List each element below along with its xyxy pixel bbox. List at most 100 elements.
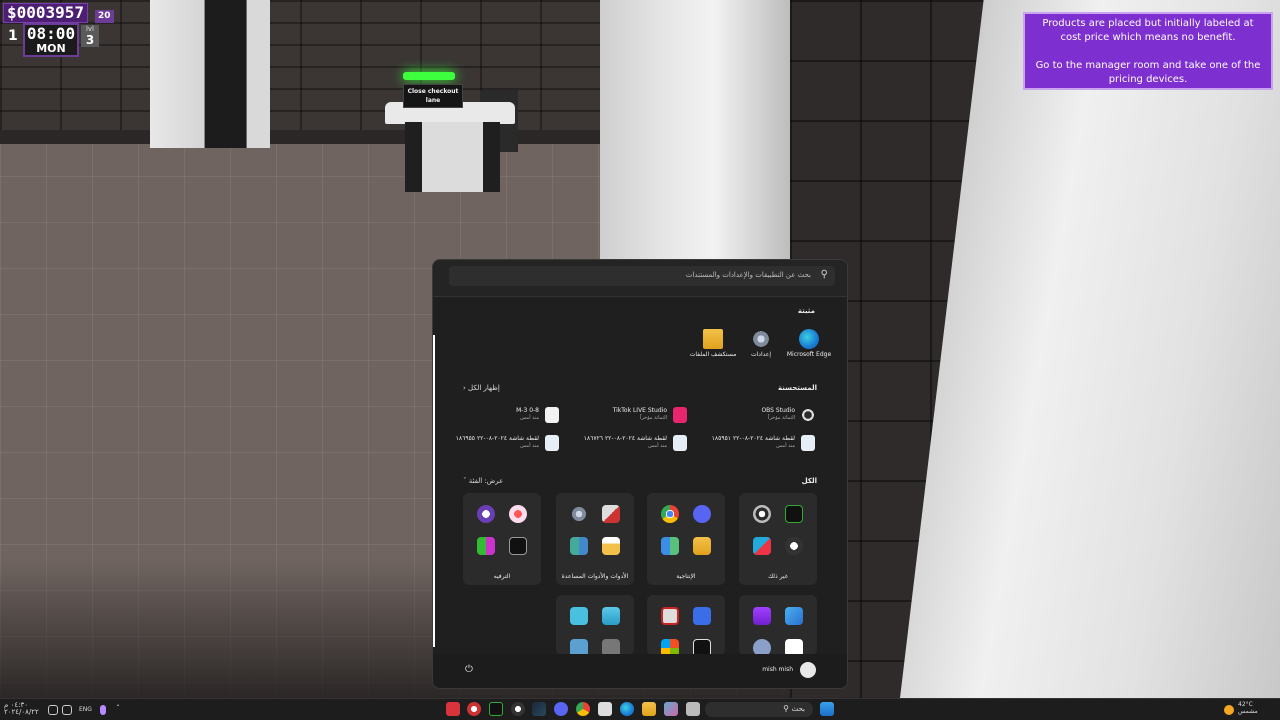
recommended-item[interactable]: M-3 0-8 منذ أمس	[447, 405, 559, 427]
clipchamp-icon	[753, 607, 771, 625]
counter-body	[405, 122, 500, 192]
view-label: عرض: الفئة	[468, 477, 504, 485]
recommended-item[interactable]: TikTok LIVE Studio الثماثة مؤخراً	[575, 405, 687, 427]
pinned-edge[interactable]: Microsoft Edge	[783, 329, 835, 358]
camera-app-icon	[509, 505, 527, 523]
control-panel-icon	[570, 537, 588, 555]
search-icon: ⚲	[820, 269, 828, 280]
snipping-tool-icon	[602, 505, 620, 523]
taskbar-clock[interactable]: ٠٤:٣٠ م ٢٠٢٤/٠٨/٢٢	[4, 702, 39, 716]
category-label: الأدوات والأدوات المساعدة	[561, 573, 629, 580]
microphone-icon[interactable]	[100, 705, 106, 715]
sun-icon	[1224, 705, 1234, 715]
category-folder[interactable]	[647, 595, 725, 657]
start-menu: ⚲ بحث عن التطبيقات والإعدادات والمستندات…	[432, 259, 848, 689]
screen-recorder-icon[interactable]	[467, 702, 481, 716]
taskbar-search-label: بحث	[791, 705, 805, 713]
recommended-title-text: OBS Studio	[761, 407, 795, 414]
steelseries-icon	[785, 537, 803, 555]
category-folder-productivity[interactable]: الإنتاجية	[647, 493, 725, 585]
obs-icon	[753, 505, 771, 523]
chevron-down-icon: ˇ	[463, 477, 467, 485]
recommended-subtitle: منذ أمس	[520, 443, 539, 449]
recommended-title-text: M-3 0-8	[516, 407, 539, 414]
chrome-icon	[661, 505, 679, 523]
category-folder-other[interactable]: غير ذلك	[739, 493, 817, 585]
screenshot-file-icon	[545, 435, 559, 451]
category-folder[interactable]	[556, 595, 634, 657]
recommended-title-text: لقطة شاشة ٢٠٢٤-٠٨-٢٢ ١٨٦٧٢٦	[583, 435, 667, 442]
recommended-subtitle: منذ أمس	[776, 443, 795, 449]
recommended-item[interactable]: OBS Studio الثماثة مؤخراً	[703, 405, 815, 427]
recommended-item[interactable]: لقطة شاشة ٢٠٢٤-٠٨-٢٢ ١٨٦٧٢٦ منذ أمس	[575, 433, 687, 455]
start-button-icon[interactable]	[820, 702, 834, 716]
close-lane-sign[interactable]: Close checkout lane	[403, 84, 463, 108]
brick-wall	[0, 0, 620, 142]
search-icon: ⚲	[783, 704, 789, 713]
task-view-icon[interactable]	[686, 702, 700, 716]
recommended-title-text: TikTok LIVE Studio	[612, 407, 667, 414]
app-grid-icon	[661, 537, 679, 555]
category-label: الإنتاجية	[676, 573, 696, 580]
screenshot-file-icon	[801, 435, 815, 451]
xbox-app-icon	[477, 537, 495, 555]
media-player-icon	[477, 505, 495, 523]
left-pillar	[150, 0, 270, 148]
file-explorer-taskbar-icon[interactable]	[642, 702, 656, 716]
discord-taskbar-icon[interactable]	[554, 702, 568, 716]
chevron-left-icon: ‹	[463, 384, 466, 392]
clock-date: ٢٠٢٤/٠٨/٢٢	[4, 708, 39, 716]
show-all-button[interactable]: إظهار الكل ‹	[463, 384, 500, 392]
level-value: 3	[85, 33, 95, 47]
player-level: lvl 3	[81, 25, 99, 47]
tiktok-icon	[753, 537, 771, 555]
money-counter: $0003957	[3, 3, 89, 23]
taskbar-search[interactable]: بحث ⚲	[705, 702, 813, 717]
all-apps-title: الكل	[801, 477, 817, 485]
game-clock: 08:00 MON	[23, 23, 79, 57]
tip-line-1: Products are placed but initially labele…	[1042, 18, 1254, 43]
taskbar: ٠٤:٣٠ م ٢٠٢٤/٠٨/٢٢ ENG ˆ بحث ⚲ 42°C مشمس	[0, 698, 1280, 720]
screenshot-file-icon	[673, 435, 687, 451]
recommended-subtitle: منذ أمس	[648, 443, 667, 449]
network-icon[interactable]	[62, 705, 72, 715]
recommended-item[interactable]: لقطة شاشة ٢٠٢٤-٠٨-٢٢ ١٨٦٩٥٥ منذ أمس	[447, 433, 559, 455]
recommended-subtitle: الثماثة مؤخراً	[640, 415, 667, 421]
user-avatar[interactable]	[800, 662, 816, 678]
edge-taskbar-icon[interactable]	[620, 702, 634, 716]
pinned-label: إعدادات	[750, 351, 772, 358]
steelseries-taskbar-icon[interactable]	[511, 702, 525, 716]
store-icon	[602, 537, 620, 555]
language-indicator[interactable]: ENG	[79, 706, 92, 713]
view-by-category-button[interactable]: عرض: الفئة ˇ	[463, 477, 503, 485]
power-icon[interactable]: ⏻	[465, 664, 473, 675]
roblox-studio-taskbar-icon[interactable]	[446, 702, 460, 716]
chrome-taskbar-icon[interactable]	[576, 702, 590, 716]
scroll-indicator[interactable]	[433, 335, 435, 647]
pinned-file-explorer[interactable]: مستكشف الملفات	[687, 329, 739, 358]
chevron-up-icon[interactable]: ˆ	[116, 704, 120, 713]
store-taskbar-icon[interactable]	[598, 702, 612, 716]
category-label: غير ذلك	[768, 573, 788, 580]
lane-open-light	[403, 72, 455, 80]
start-search-box[interactable]: ⚲ بحث عن التطبيقات والإعدادات والمستندات	[449, 266, 835, 286]
pinned-label: Microsoft Edge	[786, 351, 832, 358]
hud-badge: 20	[95, 10, 114, 23]
category-folder[interactable]	[739, 595, 817, 657]
tiktok-icon	[673, 407, 687, 423]
checkout-counter[interactable]: Close checkout lane	[385, 72, 525, 194]
roblox-icon	[693, 607, 711, 625]
pinned-settings[interactable]: إعدادات	[735, 329, 787, 358]
user-name[interactable]: mish mish	[762, 666, 793, 673]
category-folder-utilities[interactable]: الأدوات والأدوات المساعدة	[556, 493, 634, 585]
category-folder-entertainment[interactable]: الترفيه	[463, 493, 541, 585]
file-explorer-folder-icon	[703, 329, 723, 349]
show-all-label: إظهار الكل	[468, 384, 500, 392]
photos-taskbar-icon[interactable]	[664, 702, 678, 716]
recommended-item[interactable]: لقطة شاشة ٢٠٢٤-٠٨-٢٢ ١٨٥٩٥١ منذ أمس	[703, 433, 815, 455]
notification-icon[interactable]	[48, 705, 58, 715]
recommended-subtitle: منذ أمس	[520, 415, 539, 421]
nvidia-taskbar-icon[interactable]	[489, 702, 503, 716]
weather-widget[interactable]: 42°C مشمس	[1238, 701, 1258, 715]
steam-icon[interactable]	[532, 702, 546, 716]
